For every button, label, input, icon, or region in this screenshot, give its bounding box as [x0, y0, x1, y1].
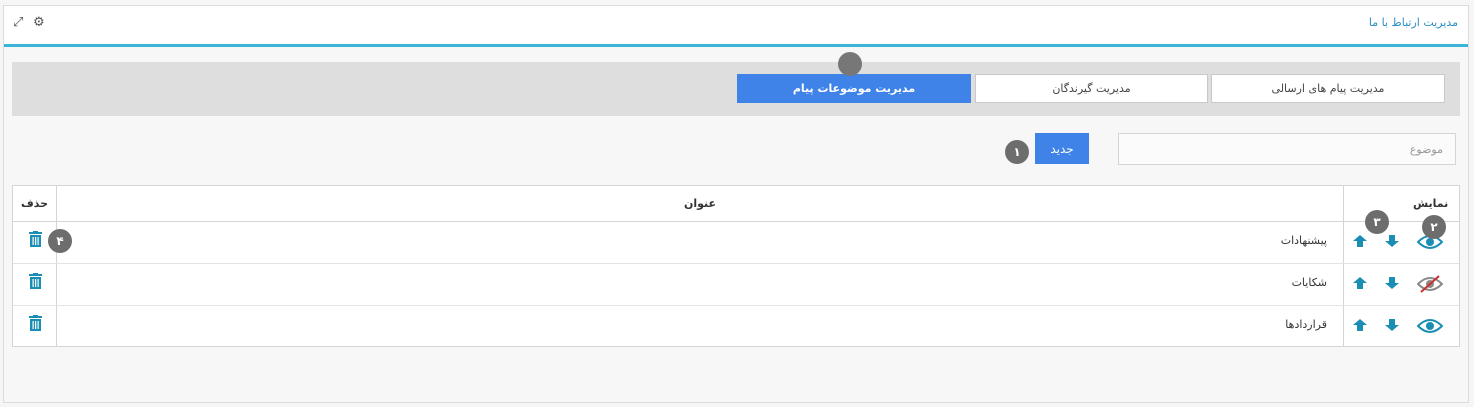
move-down-icon[interactable] — [1385, 318, 1399, 332]
subject-input[interactable] — [1118, 133, 1456, 165]
trash-icon[interactable] — [29, 315, 42, 331]
header-title: عنوان — [684, 197, 717, 210]
row-title: پیشنهادات — [1280, 234, 1327, 247]
tab-recipients[interactable]: مدیریت گیرندگان — [975, 74, 1208, 103]
header-show: نمایش — [1413, 197, 1449, 210]
topics-table: نمایش عنوان حذف پیشنهادات شکایات قرارداد… — [12, 185, 1460, 347]
trash-icon[interactable] — [29, 231, 42, 247]
table-row: پیشنهادات — [13, 221, 1459, 264]
header-delete: حذف — [21, 197, 49, 210]
new-button[interactable]: جدید — [1035, 133, 1089, 164]
move-up-icon[interactable] — [1353, 276, 1367, 290]
tab-sent-messages[interactable]: مدیریت پیام های ارسالی — [1211, 74, 1445, 103]
tab-bar: مدیریت پیام های ارسالی مدیریت گیرندگان م… — [12, 62, 1460, 116]
row-title: شکایات — [1291, 276, 1327, 289]
gear-icon[interactable]: ⚙ — [33, 15, 45, 30]
eye-icon[interactable] — [1417, 317, 1443, 335]
tab-message-topics[interactable]: مدیریت موضوعات پیام — [737, 74, 971, 103]
row-title: قراردادها — [1285, 318, 1327, 331]
marker-dot — [838, 52, 862, 76]
trash-icon[interactable] — [29, 273, 42, 289]
move-up-icon[interactable] — [1353, 234, 1367, 248]
table-header: نمایش عنوان حذف — [13, 186, 1459, 222]
move-up-icon[interactable] — [1353, 318, 1367, 332]
move-down-icon[interactable] — [1385, 234, 1399, 248]
table-row: شکایات — [13, 263, 1459, 306]
step-badge: ۴ — [48, 229, 72, 253]
panel-header: ⤢ ⚙ مدیریت ارتباط با ما — [4, 6, 1468, 47]
expand-icon[interactable]: ⤢ — [13, 15, 23, 30]
step-badge: ۲ — [1422, 215, 1446, 239]
step-badge: ۳ — [1365, 210, 1389, 234]
move-down-icon[interactable] — [1385, 276, 1399, 290]
table-row: قراردادها — [13, 305, 1459, 347]
panel-title: مدیریت ارتباط با ما — [1368, 16, 1458, 29]
eye-hidden-icon[interactable] — [1417, 275, 1443, 293]
step-badge: ۱ — [1005, 140, 1029, 164]
